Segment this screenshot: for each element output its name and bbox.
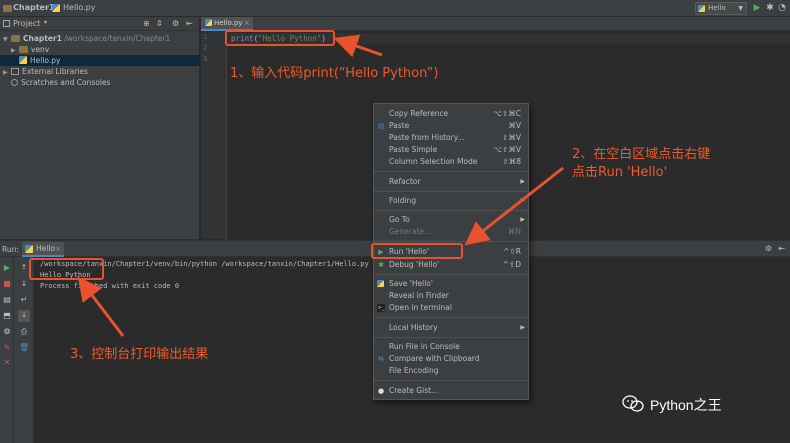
wechat-logo-icon [622,395,644,412]
annotation-step2-line2: 点击Run 'Hello' [572,165,668,180]
annotation-step2-line1: 2、在空白区域点击右键 [572,147,711,162]
arrow-to-code [333,34,383,58]
annotation-step1: 1、输入代码print(“Hello Python”) [230,66,439,81]
arrow-to-run-hello [464,166,564,246]
watermark-text: Python之王 [650,397,722,413]
arrow-to-console [77,276,125,337]
annotation-step3: 3、控制台打印输出结果 [70,347,209,362]
